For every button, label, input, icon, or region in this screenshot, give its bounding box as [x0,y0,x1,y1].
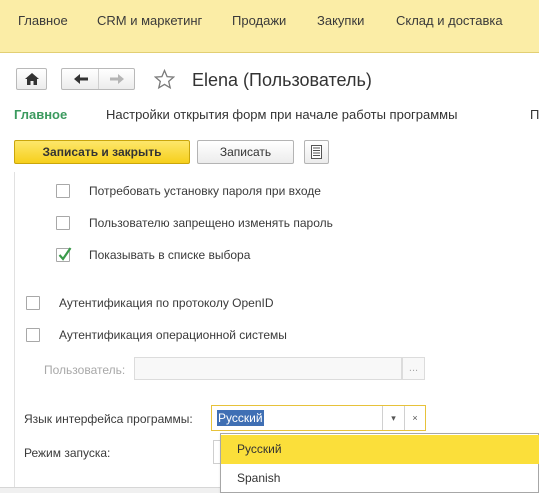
os-auth-label: Аутентификация операционной системы [59,328,287,342]
save-button[interactable]: Записать [197,140,294,164]
os-auth-checkbox[interactable] [26,328,40,342]
language-option-spanish[interactable]: Spanish [221,464,539,493]
require-password-setup-label: Потребовать установку пароля при входе [89,184,321,198]
menu-item-sales[interactable]: Продажи [232,13,286,28]
forward-button[interactable] [99,69,135,89]
show-in-selection-list-checkbox[interactable] [56,247,72,262]
tab-more[interactable]: П [530,107,539,122]
interface-language-clear-button[interactable]: × [404,406,425,430]
more-actions-button[interactable] [304,140,329,164]
openid-auth-label: Аутентификация по протоколу OpenID [59,296,274,310]
os-user-input [134,357,402,380]
interface-language-label: Язык интерфейса программы: [24,412,193,426]
language-option-russian[interactable]: Русский [221,435,539,464]
history-nav-group [61,68,135,90]
home-icon [25,73,39,85]
arrow-right-icon [110,74,124,84]
tab-form-open-settings[interactable]: Настройки открытия форм при начале работ… [106,107,457,122]
favorite-star-icon[interactable] [154,69,175,90]
require-password-setup-checkbox[interactable] [56,184,70,198]
openid-auth-checkbox[interactable] [26,296,40,310]
menu-item-warehouse[interactable]: Склад и доставка [396,13,503,28]
menu-item-crm[interactable]: CRM и маркетинг [97,13,202,28]
content-left-border [14,172,15,493]
os-user-label: Пользователь: [44,363,126,377]
menu-item-purchases[interactable]: Закупки [317,13,364,28]
interface-language-dropdown-button[interactable]: ▾ [382,406,404,430]
menu-item-main[interactable]: Главное [18,13,68,28]
form-tabs: Главное Настройки открытия форм при нача… [0,107,539,125]
interface-language-value[interactable]: Русский [217,410,264,426]
interface-language-field[interactable]: Русский ▾ × [211,405,426,431]
password-change-forbidden-checkbox[interactable] [56,216,70,230]
tab-main[interactable]: Главное [14,107,67,122]
arrow-left-icon [74,74,88,84]
launch-mode-label: Режим запуска: [24,446,111,460]
save-and-close-button[interactable]: Записать и закрыть [14,140,190,164]
os-user-select-button: ... [402,357,425,380]
language-dropdown-list: Русский Spanish [220,433,539,493]
home-button[interactable] [16,68,47,90]
top-menu-bar: Главное CRM и маркетинг Продажи Закупки … [0,0,539,53]
password-change-forbidden-label: Пользователю запрещено изменять пароль [89,216,333,230]
list-icon [311,145,322,159]
show-in-selection-list-label: Показывать в списке выбора [89,248,251,262]
checkmark-icon [58,247,72,261]
back-button[interactable] [62,69,99,89]
page-title: Elena (Пользователь) [192,70,372,90]
